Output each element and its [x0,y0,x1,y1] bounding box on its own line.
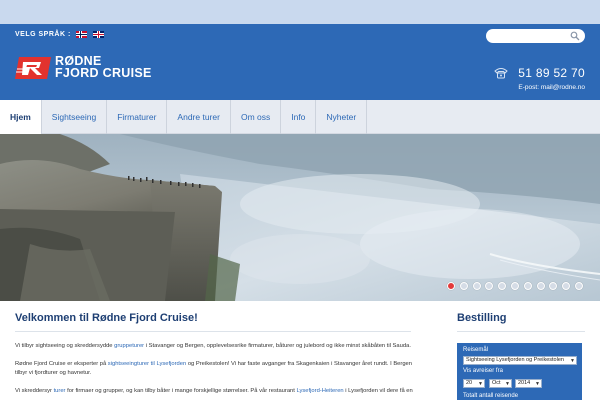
link-lysefjord-heiteren[interactable]: Lysefjord-Heiteren [297,388,344,394]
nav-item-info[interactable]: Info [281,100,317,134]
booking-title: Bestilling [457,312,507,324]
nav-item-om-oss[interactable]: Om oss [231,100,282,134]
slider-dot[interactable] [562,282,571,290]
destination-label: Reisemål [463,347,489,353]
slider-dot[interactable] [485,282,494,290]
slider-dot[interactable] [510,282,519,290]
uk-flag-icon[interactable] [92,31,104,38]
phone-contact: 51 89 52 70 [494,66,585,80]
text-span: i Lysefjorden vil dere få en [343,388,413,394]
link-sightseeing-lysefjorden[interactable]: sightseeingturer til Lysefjorden [108,361,186,367]
logo-text: RØDNE FJORD CRUISE [55,55,152,80]
phone-number: 51 89 52 70 [518,66,585,80]
link-turer[interactable]: turer [54,388,66,394]
top-strip [0,0,600,24]
chevron-down-icon: ▼ [478,381,483,387]
divider [15,331,411,332]
month-select[interactable]: Oct ▼ [489,379,512,388]
slider-dots [447,282,588,290]
link-gruppeturer[interactable]: gruppeturer [114,343,144,349]
nav-item-andre-turer[interactable]: Andre turer [167,100,231,134]
main-navigation: Hjem Sightseeing Firmaturer Andre turer … [0,100,600,134]
chevron-down-icon: ▼ [535,381,540,387]
text-span: Vi tilbyr sightseeing og skreddersydde [15,343,115,349]
welcome-title: Velkommen til Rødne Fjord Cruise! [15,312,198,324]
date-label: Vis avreiser fra [463,368,503,374]
nav-item-nyheter[interactable]: Nyheter [316,100,368,134]
destination-select[interactable]: Sightseeing Lysefjorden og Preikestolen … [463,356,577,365]
text-span: i Stavanger og Bergen, opplevelsesrike f… [144,343,411,349]
search-icon[interactable] [570,31,580,41]
slider-dot[interactable] [549,282,558,290]
day-value: 20 [466,380,473,386]
norwegian-flag-icon[interactable] [75,31,87,38]
slider-dot[interactable] [536,282,545,290]
experts-paragraph: Rødne Fjord Cruise er eksperter på sight… [15,360,425,378]
nav-item-sightseeing[interactable]: Sightseeing [42,100,108,134]
text-span: for firmaer og grupper, og kan tilby båt… [65,388,297,394]
language-label: VELG SPRÅK : [15,31,71,38]
custom-trips-paragraph: Vi skreddersyr turer for firmaer og grup… [15,387,425,396]
slider-dot[interactable] [498,282,507,290]
booking-panel: Reisemål Sightseeing Lysefjorden og Prei… [457,343,582,400]
chevron-down-icon: ▼ [570,358,575,364]
nav-item-hjem[interactable]: Hjem [0,100,42,134]
site-logo[interactable]: RØDNE FJORD CRUISE [15,55,170,80]
logo-mark-icon [15,57,51,79]
slider-dot[interactable] [447,282,455,290]
nav-item-firmaturer[interactable]: Firmaturer [107,100,168,134]
travelers-label: Totalt antall reisende [463,393,519,399]
phone-icon [494,68,509,79]
divider [457,331,585,332]
year-value: 2014 [518,380,531,386]
day-select[interactable]: 20 ▼ [463,379,485,388]
month-value: Oct [492,380,501,386]
fjord-photo [0,134,600,301]
destination-value: Sightseeing Lysefjorden og Preikestolen [466,357,564,363]
text-span: Vi skreddersyr [15,388,54,394]
logo-line-2: FJORD CRUISE [55,66,152,80]
text-span: Rødne Fjord Cruise er eksperter på [15,361,108,367]
search-input[interactable] [492,30,568,42]
language-selector: VELG SPRÅK : [15,31,104,38]
site-header: VELG SPRÅK : RØDNE FJORD CRUISE 51 89 52… [0,24,600,100]
chevron-down-icon: ▼ [505,381,510,387]
email-link[interactable]: E-post: mail@rodne.no [518,84,585,91]
content-area: Velkommen til Rødne Fjord Cruise! Vi til… [0,301,600,400]
search-box [486,29,585,43]
hero-slider [0,134,600,301]
slider-dot[interactable] [523,282,532,290]
intro-paragraph: Vi tilbyr sightseeing og skreddersydde g… [15,342,425,351]
slider-dot[interactable] [459,282,468,290]
slider-dot[interactable] [472,282,481,290]
year-select[interactable]: 2014 ▼ [515,379,542,388]
slider-dot[interactable] [574,282,583,290]
